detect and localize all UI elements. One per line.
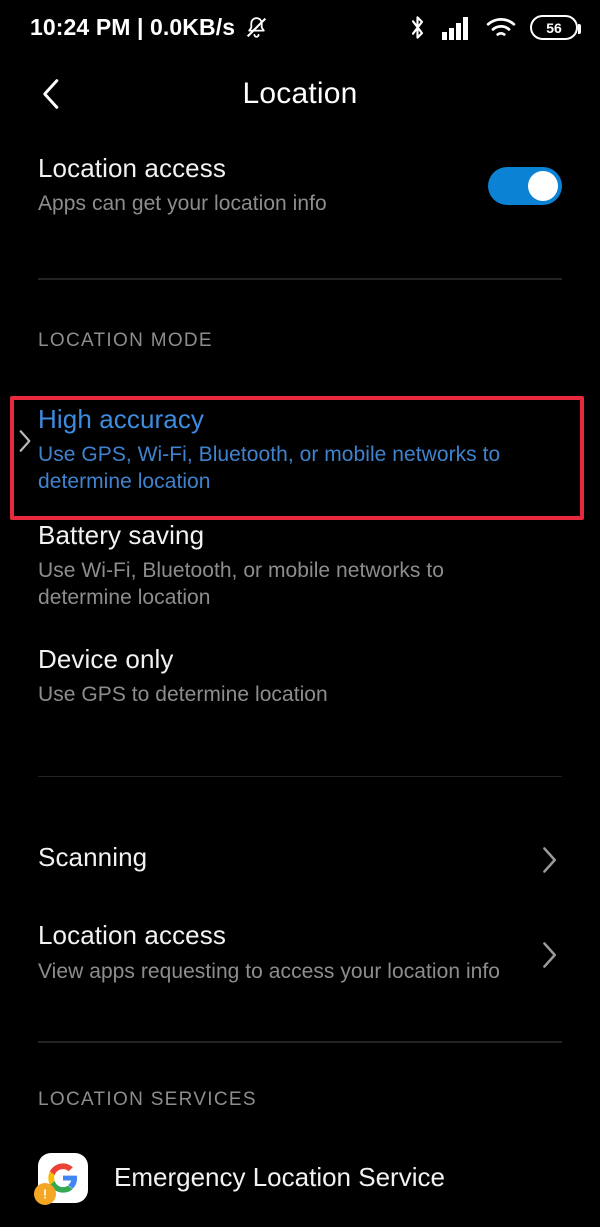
high-accuracy-subtitle: Use GPS, Wi-Fi, Bluetooth, or mobile net… xyxy=(38,443,501,494)
battery-indicator: 56 xyxy=(530,15,581,40)
location-access-apps-text: Location access View apps requesting to … xyxy=(38,920,536,986)
bluetooth-icon xyxy=(407,14,428,41)
device-only-text: Device only Use GPS to determine locatio… xyxy=(38,644,562,710)
chevron-right-icon-location-access xyxy=(536,940,562,968)
location-access-master-row[interactable]: Location access Apps can get your locati… xyxy=(0,133,600,238)
chevron-right-icon-scanning xyxy=(536,845,562,873)
location-mode-option-battery-saving[interactable]: Battery saving Use Wi-Fi, Bluetooth, or … xyxy=(0,506,600,636)
location-mode-option-high-accuracy[interactable]: High accuracy Use GPS, Wi-Fi, Bluetooth,… xyxy=(0,394,600,506)
emergency-badge-icon xyxy=(34,1182,56,1205)
location-access-master-title: Location access xyxy=(38,152,226,183)
annotation-pointer-chevron-icon xyxy=(14,428,36,452)
location-access-master-text: Location access Apps can get your locati… xyxy=(38,153,488,219)
status-bar-right: 56 xyxy=(407,14,581,41)
battery-saving-text: Battery saving Use Wi-Fi, Bluetooth, or … xyxy=(38,520,562,612)
page-title: Location xyxy=(242,77,358,110)
emergency-location-service-title: Emergency Location Service xyxy=(114,1162,445,1192)
app-bar: Location xyxy=(0,55,600,133)
status-bar: 10:24 PM | 0.0KB/s 56 xyxy=(0,0,600,55)
battery-level-text: 56 xyxy=(546,19,562,36)
scanning-text: Scanning xyxy=(38,842,536,874)
status-bar-left: 10:24 PM | 0.0KB/s xyxy=(30,14,269,41)
wifi-icon xyxy=(486,16,516,40)
high-accuracy-title: High accuracy xyxy=(38,403,205,434)
location-access-master-subtitle: Apps can get your location info xyxy=(38,192,327,216)
settings-list: Location access Apps can get your locati… xyxy=(0,133,600,1205)
device-only-title: Device only xyxy=(38,643,174,674)
section-header-location-services: LOCATION SERVICES xyxy=(38,1088,257,1110)
scanning-row[interactable]: Scanning xyxy=(0,815,600,901)
bell-slash-icon xyxy=(244,15,269,40)
status-clock-and-network-speed: 10:24 PM | 0.0KB/s xyxy=(30,14,236,40)
cellular-signal-icon xyxy=(442,16,472,40)
location-access-toggle[interactable] xyxy=(488,166,562,205)
high-accuracy-text: High accuracy Use GPS, Wi-Fi, Bluetooth,… xyxy=(38,404,562,496)
toggle-knob xyxy=(528,170,558,201)
section-header-location-mode: LOCATION MODE xyxy=(38,329,213,351)
location-access-apps-title: Location access xyxy=(38,920,226,951)
battery-saving-title: Battery saving xyxy=(38,519,205,550)
location-access-apps-row[interactable]: Location access View apps requesting to … xyxy=(0,901,600,1005)
location-access-apps-subtitle: View apps requesting to access your loca… xyxy=(38,959,500,983)
location-mode-option-device-only[interactable]: Device only Use GPS to determine locatio… xyxy=(0,636,600,740)
location-settings-screen: 10:24 PM | 0.0KB/s 56 Location Location … xyxy=(0,0,600,1227)
battery-saving-subtitle: Use Wi-Fi, Bluetooth, or mobile networks… xyxy=(38,559,444,610)
scanning-title: Scanning xyxy=(38,842,148,873)
emergency-location-service-row[interactable]: Emergency Location Service xyxy=(0,1152,600,1205)
device-only-subtitle: Use GPS to determine location xyxy=(38,683,328,707)
google-g-icon xyxy=(34,1152,88,1205)
divider-2 xyxy=(38,775,562,777)
